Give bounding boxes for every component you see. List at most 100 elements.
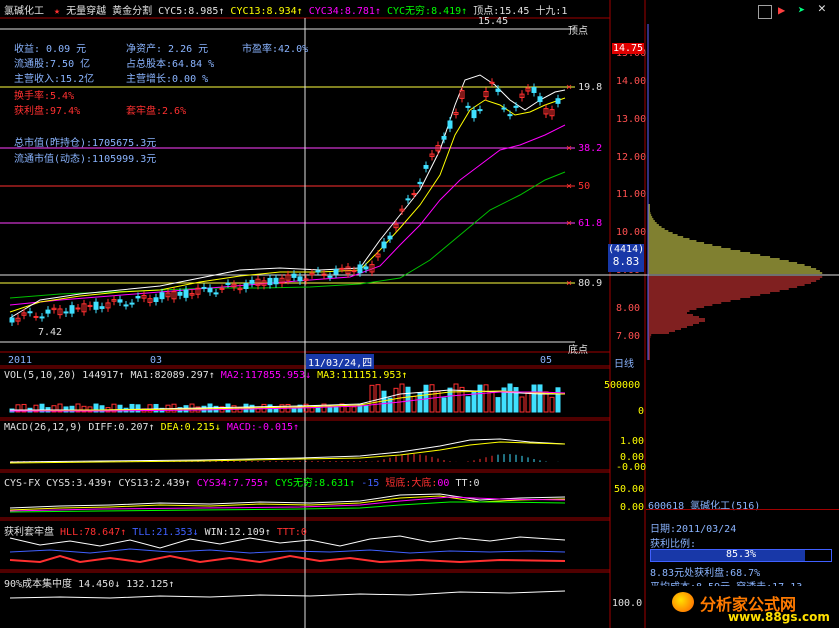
right-avg-cost: 平均成本:8.59元 穿透击:17.13 — [650, 578, 802, 586]
candle-body — [489, 81, 495, 84]
cys-inf-value: CYS无穷:8.631↑ — [274, 478, 356, 489]
fib-61-8: × 61.8 — [566, 218, 603, 229]
share-ratio: 占总股本:64.84 % — [126, 59, 215, 70]
volume-bar — [489, 391, 495, 413]
cys-title[interactable]: CYS-FX — [4, 478, 40, 489]
vol-title[interactable]: VOL(5,10,20) — [4, 370, 76, 381]
volume-bar — [477, 384, 483, 413]
turnover-rate: 换手率:5.4% — [14, 91, 75, 102]
candle-body — [351, 270, 357, 273]
cys-tick-0: 0.00 — [620, 502, 645, 513]
volume-bar — [411, 395, 417, 413]
current-price-tag: 14.75 — [612, 43, 644, 54]
right-date: 日期:2011/03/24 — [650, 524, 737, 535]
pe-ratio: 市盈率:42.0% — [242, 44, 309, 55]
volume-bar — [351, 406, 357, 413]
candle-body — [363, 266, 369, 270]
volume-bar — [543, 391, 549, 413]
indicator-marker: ★ — [54, 6, 61, 17]
profit-ttt: TTT:0 — [276, 527, 307, 538]
candle-body — [213, 292, 219, 295]
date-label-2011: 2011 — [8, 355, 33, 366]
golden-split-label[interactable]: 黄金分割 — [112, 6, 152, 17]
candle-body — [27, 311, 33, 314]
cyc5-value: CYC5:8.985↑ — [158, 6, 225, 17]
candle-body — [555, 98, 561, 104]
price-tick: 8.00 — [616, 303, 641, 314]
candle-body — [297, 276, 303, 282]
candle-body — [9, 317, 15, 323]
candle-body — [33, 315, 39, 318]
income: 收益: 0.09 元 — [14, 44, 87, 55]
macd-lines — [9, 438, 566, 464]
candle-body — [177, 291, 183, 296]
volume-bar — [507, 383, 513, 413]
next-icon[interactable]: ➤ — [798, 3, 805, 17]
fib-19-8-value: 19.8 — [578, 82, 603, 93]
right-divider — [646, 509, 839, 510]
candle-body — [333, 269, 339, 275]
vol-tick-0: 0 — [638, 406, 645, 417]
profit-hll: HLL:78.647↑ — [60, 527, 127, 538]
candle-body — [315, 270, 321, 273]
candle-body — [465, 105, 471, 108]
flag-icon[interactable]: ▶ — [778, 3, 785, 17]
candle-body — [327, 275, 333, 278]
candle-body — [357, 264, 363, 274]
fib-38-2: × 38.2 — [566, 143, 603, 154]
right-profit-ratio-value: 85.3% — [725, 549, 757, 560]
nineteen-value: 十九:1 — [535, 6, 568, 17]
candle-body — [63, 311, 69, 314]
volume-bar — [531, 384, 537, 413]
float-shares: 流通股:7.50 亿 — [14, 59, 91, 70]
cys-minus15: -15 — [361, 478, 380, 489]
candle-body — [339, 267, 345, 270]
volume-bar — [519, 396, 525, 413]
candle-body — [537, 96, 543, 103]
candlesticks — [9, 78, 561, 326]
macd-dea: DEA:0.215↓ — [160, 422, 221, 433]
macd-title[interactable]: MACD(26,12,9) — [4, 422, 82, 433]
volume-bar — [453, 383, 459, 413]
watermark-logo-icon — [672, 592, 694, 612]
price-tick: 10.00 — [616, 227, 647, 238]
cys-big-bottom-value: 00 — [437, 478, 450, 489]
indicator-name[interactable]: 无量穿越 — [66, 6, 106, 17]
candle-body — [207, 287, 213, 293]
fib-80-9-value: 80.9 — [578, 278, 603, 289]
concentration-tick-100: 100.0 — [612, 598, 643, 609]
minimize-icon[interactable] — [758, 5, 772, 19]
price-tick: 7.00 — [616, 331, 641, 342]
macd-value: MACD:-0.015↑ — [226, 422, 300, 433]
fib-61-8-value: 61.8 — [578, 218, 603, 229]
price-tick: 12.00 — [616, 152, 647, 163]
profit-title[interactable]: 获利套牢盘 — [4, 527, 54, 538]
volume-bar — [393, 387, 399, 413]
candle-body — [501, 107, 507, 110]
volume-bar — [495, 397, 501, 413]
macd-header: MACD(26,12,9) DIFF:0.207↑ DEA:0.215↓ MAC… — [4, 422, 299, 433]
vol-ma1: MA1:82089.297↑ — [130, 370, 215, 381]
period-label[interactable]: 日线 — [614, 355, 634, 370]
candle-body — [45, 309, 51, 314]
candle-body — [129, 302, 135, 305]
candle-body — [75, 307, 81, 310]
cyc34-value: CYC34:8.781↑ — [308, 6, 381, 17]
volume-bar — [405, 386, 411, 413]
total-market-value: 总市值(昨持仓):1705675.3元 — [14, 138, 157, 149]
concentration-title[interactable]: 90%成本集中度 — [4, 579, 72, 590]
close-icon[interactable]: ✕ — [818, 1, 826, 16]
candle-body — [135, 296, 141, 299]
price-tick: 13.00 — [616, 114, 647, 125]
date-label-03: 03 — [150, 355, 163, 366]
volume-bar — [537, 384, 543, 413]
volume-bar — [459, 386, 465, 413]
volume-bar — [291, 407, 297, 413]
profit-tll: TLL:21.353↓ — [132, 527, 199, 538]
date-label-05: 05 — [540, 355, 553, 366]
candle-body — [447, 120, 453, 129]
candle-body — [441, 135, 447, 140]
candle-body — [159, 292, 165, 300]
cys34-value: CYS34:7.755↑ — [196, 478, 269, 489]
candle-body — [507, 114, 513, 117]
